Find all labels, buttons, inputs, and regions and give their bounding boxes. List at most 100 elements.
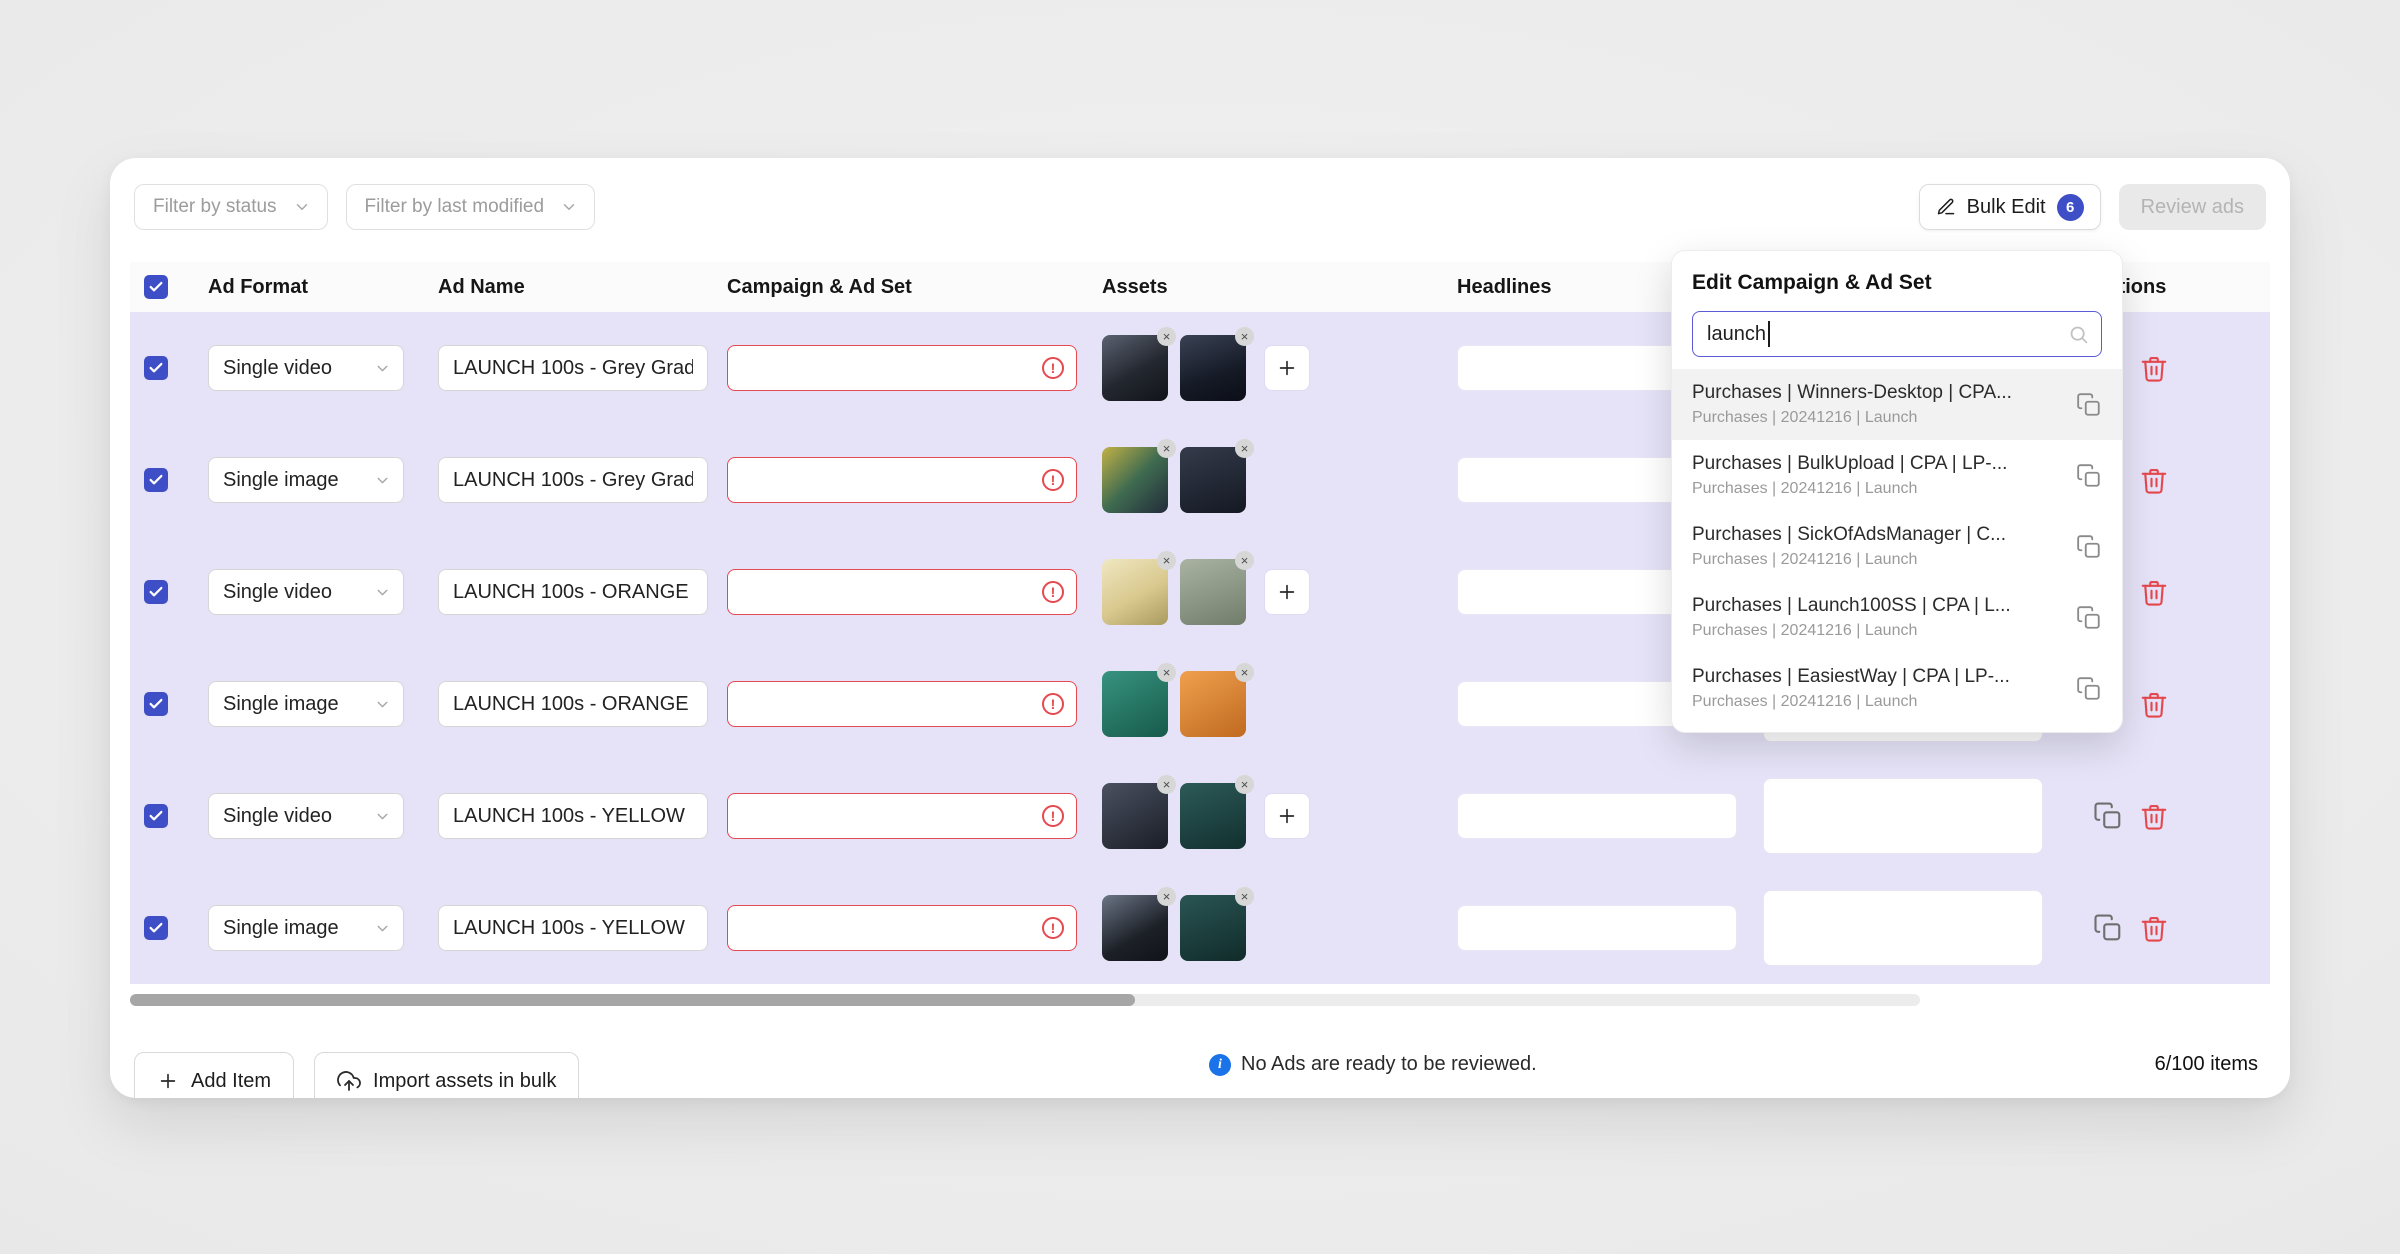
campaign-option[interactable]: Purchases | Launch100SS | CPA | L... Pur… xyxy=(1672,582,2122,653)
ad-name-input[interactable] xyxy=(438,905,708,951)
row-checkbox[interactable] xyxy=(144,468,168,492)
delete-row-button[interactable] xyxy=(2139,801,2169,831)
ad-name-input[interactable] xyxy=(438,345,708,391)
description-input[interactable] xyxy=(1763,778,2043,854)
search-icon xyxy=(2068,324,2089,345)
asset-thumbnail[interactable]: × xyxy=(1180,447,1246,513)
add-asset-button[interactable] xyxy=(1264,793,1310,839)
plus-icon xyxy=(1276,581,1298,603)
remove-asset-icon[interactable]: × xyxy=(1157,775,1176,794)
asset-thumbnail[interactable]: × xyxy=(1180,335,1246,401)
row-checkbox[interactable] xyxy=(144,356,168,380)
delete-row-button[interactable] xyxy=(2139,353,2169,383)
add-asset-button[interactable] xyxy=(1264,569,1310,615)
headline-input[interactable] xyxy=(1457,793,1737,839)
ad-format-select[interactable]: Single image xyxy=(208,681,404,727)
duplicate-row-button[interactable] xyxy=(2093,913,2123,943)
remove-asset-icon[interactable]: × xyxy=(1157,327,1176,346)
row-checkbox[interactable] xyxy=(144,916,168,940)
headline-input[interactable] xyxy=(1457,905,1737,951)
review-status-message: i No Ads are ready to be reviewed. xyxy=(1209,1053,1537,1076)
asset-thumbnail[interactable]: × xyxy=(1102,559,1168,625)
copy-campaign-button[interactable] xyxy=(2076,463,2102,489)
asset-thumbnail[interactable]: × xyxy=(1180,671,1246,737)
asset-thumbnail[interactable]: × xyxy=(1102,335,1168,401)
add-item-button[interactable]: Add Item xyxy=(134,1052,294,1098)
chevron-down-icon xyxy=(374,360,391,377)
row-checkbox[interactable] xyxy=(144,580,168,604)
campaign-adset-input[interactable]: ! xyxy=(727,681,1077,727)
remove-asset-icon[interactable]: × xyxy=(1235,663,1254,682)
ad-format-select[interactable]: Single video xyxy=(208,345,404,391)
asset-thumbnail[interactable]: × xyxy=(1102,895,1168,961)
row-checkbox[interactable] xyxy=(144,804,168,828)
remove-asset-icon[interactable]: × xyxy=(1157,439,1176,458)
filter-by-last-modified-dropdown[interactable]: Filter by last modified xyxy=(346,184,596,230)
campaign-adset-input[interactable]: ! xyxy=(727,345,1077,391)
copy-campaign-button[interactable] xyxy=(2076,534,2102,560)
import-assets-button[interactable]: Import assets in bulk xyxy=(314,1052,579,1098)
info-icon: i xyxy=(1209,1054,1231,1076)
delete-row-button[interactable] xyxy=(2139,689,2169,719)
description-input[interactable] xyxy=(1763,890,2043,966)
review-ads-button[interactable]: Review ads xyxy=(2119,184,2266,230)
campaign-adset-input[interactable]: ! xyxy=(727,905,1077,951)
asset-thumbnail[interactable]: × xyxy=(1102,783,1168,849)
row-checkbox[interactable] xyxy=(144,692,168,716)
ad-name-input[interactable] xyxy=(438,681,708,727)
ad-format-value: Single image xyxy=(223,693,339,716)
remove-asset-icon[interactable]: × xyxy=(1235,327,1254,346)
campaign-adset-input[interactable]: ! xyxy=(727,793,1077,839)
add-asset-button[interactable] xyxy=(1264,345,1310,391)
remove-asset-icon[interactable]: × xyxy=(1235,887,1254,906)
horizontal-scrollbar[interactable] xyxy=(130,994,1920,1006)
check-icon xyxy=(148,808,164,824)
remove-asset-icon[interactable]: × xyxy=(1235,775,1254,794)
scrollbar-thumb[interactable] xyxy=(130,994,1135,1006)
check-icon xyxy=(148,584,164,600)
ad-format-select[interactable]: Single image xyxy=(208,457,404,503)
ad-format-select[interactable]: Single image xyxy=(208,905,404,951)
remove-asset-icon[interactable]: × xyxy=(1157,887,1176,906)
campaign-option[interactable]: Purchases | BulkUpload | CPA | LP-... Pu… xyxy=(1672,440,2122,511)
remove-asset-icon[interactable]: × xyxy=(1157,663,1176,682)
asset-thumbnail[interactable]: × xyxy=(1102,447,1168,513)
popup-title: Edit Campaign & Ad Set xyxy=(1672,271,2122,295)
ad-name-input[interactable] xyxy=(438,793,708,839)
campaign-adset-input[interactable]: ! xyxy=(727,457,1077,503)
ad-name-input[interactable] xyxy=(438,569,708,615)
filter-by-status-dropdown[interactable]: Filter by status xyxy=(134,184,328,230)
table-row: Single video ! × × xyxy=(130,760,2270,872)
text-cursor xyxy=(1768,321,1770,347)
remove-asset-icon[interactable]: × xyxy=(1235,551,1254,570)
delete-row-button[interactable] xyxy=(2139,913,2169,943)
campaign-option-title: Purchases | Winners-Desktop | CPA... xyxy=(1692,382,2064,404)
campaign-option[interactable]: Purchases | Winners-Desktop | CPA... Pur… xyxy=(1672,369,2122,440)
asset-thumbnail[interactable]: × xyxy=(1180,783,1246,849)
delete-row-button[interactable] xyxy=(2139,577,2169,607)
copy-icon xyxy=(2093,913,2123,943)
trash-icon xyxy=(2139,801,2169,831)
copy-campaign-button[interactable] xyxy=(2076,392,2102,418)
asset-thumbnail[interactable]: × xyxy=(1180,895,1246,961)
duplicate-row-button[interactable] xyxy=(2093,801,2123,831)
remove-asset-icon[interactable]: × xyxy=(1157,551,1176,570)
campaign-adset-input[interactable]: ! xyxy=(727,569,1077,615)
bulk-edit-button[interactable]: Bulk Edit 6 xyxy=(1919,184,2101,230)
ad-format-select[interactable]: Single video xyxy=(208,569,404,615)
asset-thumbnail[interactable]: × xyxy=(1102,671,1168,737)
delete-row-button[interactable] xyxy=(2139,465,2169,495)
ad-name-input[interactable] xyxy=(438,457,708,503)
copy-campaign-button[interactable] xyxy=(2076,605,2102,631)
remove-asset-icon[interactable]: × xyxy=(1235,439,1254,458)
campaign-search-input[interactable]: launch xyxy=(1692,311,2102,357)
select-all-checkbox[interactable] xyxy=(144,275,168,299)
copy-campaign-button[interactable] xyxy=(2076,676,2102,702)
campaign-option[interactable]: Purchases | EasiestWay | CPA | LP-... Pu… xyxy=(1672,653,2122,724)
ad-format-select[interactable]: Single video xyxy=(208,793,404,839)
asset-thumbnail[interactable]: × xyxy=(1180,559,1246,625)
campaign-option[interactable]: Purchases | SickOfAdsManager | C... Purc… xyxy=(1672,511,2122,582)
trash-icon xyxy=(2139,353,2169,383)
plus-icon xyxy=(1276,357,1298,379)
copy-icon xyxy=(2076,534,2102,560)
